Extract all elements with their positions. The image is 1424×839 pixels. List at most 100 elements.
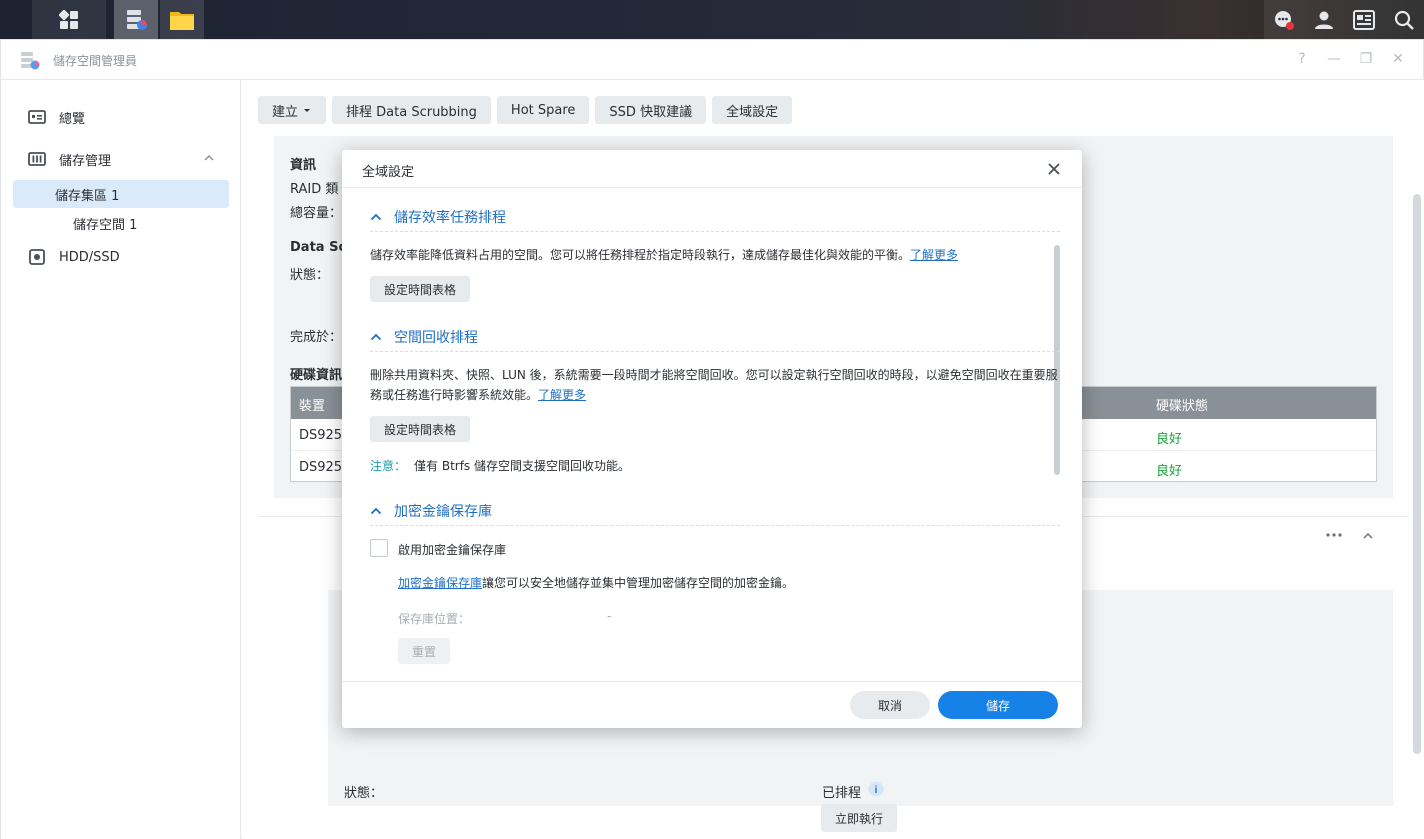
data-scrubbing-heading: Data Sc bbox=[290, 240, 347, 255]
sidebar-item-storage-pool-1[interactable]: 儲存集區 1 bbox=[13, 180, 229, 208]
window-title: 儲存空間管理員 bbox=[53, 54, 138, 68]
file-station-taskbar-button[interactable] bbox=[160, 0, 204, 39]
minimize-icon[interactable]: — bbox=[1325, 50, 1343, 68]
learn-more-link[interactable]: 了解更多 bbox=[910, 248, 958, 262]
sidebar-item-label: 總覽 bbox=[59, 111, 86, 127]
storage-manager-icon bbox=[127, 9, 147, 30]
col-device: 裝置 bbox=[299, 399, 326, 414]
notifications-button[interactable] bbox=[1264, 0, 1304, 39]
reclamation-desc-text: 刪除共用資料夾、快照、LUN 後，系統需要一段時間才能將空間回收。您可以設定執行… bbox=[370, 368, 1058, 402]
schedule-scrubbing-button[interactable]: 排程 Data Scrubbing bbox=[332, 96, 491, 124]
overview-icon bbox=[27, 109, 47, 125]
status-cell: 良好 bbox=[1156, 464, 1183, 479]
efficiency-schedule-button[interactable]: 設定時間表格 bbox=[370, 276, 471, 302]
efficiency-description: 儲存效率能降低資料占用的空間。您可以將任務排程於指定時段執行，達成儲存最佳化與效… bbox=[370, 245, 1060, 265]
restore-icon[interactable]: ❐ bbox=[1357, 50, 1375, 68]
hot-spare-button[interactable]: Hot Spare bbox=[496, 96, 590, 124]
enable-key-vault-label[interactable]: 啟用加密金鑰保存庫 bbox=[398, 541, 506, 558]
btrfs-note: 注意： 僅有 Btrfs 儲存空間支援空間回收功能。 bbox=[370, 457, 630, 474]
dialog-footer: 取消 儲存 bbox=[342, 681, 1082, 728]
section-efficiency-header[interactable]: 儲存效率任務排程 bbox=[370, 202, 1060, 232]
cancel-button[interactable]: 取消 bbox=[850, 691, 930, 719]
dialog-body: 儲存效率任務排程 儲存效率能降低資料占用的空間。您可以將任務排程於指定時段執行，… bbox=[342, 189, 1082, 681]
disk-info-heading: 硬碟資訊 bbox=[290, 368, 343, 383]
key-vault-description: 加密金鑰保存庫讓您可以安全地儲存並集中管理加密儲存空間的加密金鑰。 bbox=[398, 573, 1058, 593]
section-title: 空間回收排程 bbox=[394, 329, 478, 346]
status-cell: 良好 bbox=[1156, 432, 1183, 447]
sidebar-item-storage[interactable]: 儲存管理 bbox=[13, 145, 229, 173]
note-label: 注意： bbox=[370, 459, 407, 473]
key-vault-desc-text: 讓您可以安全地儲存並集中管理加密儲存空間的加密金鑰。 bbox=[482, 576, 795, 590]
window-controls: ? — ❐ ✕ bbox=[1293, 50, 1407, 68]
sidebar-item-label: 儲存管理 bbox=[59, 153, 112, 169]
sidebar-item-overview[interactable]: 總覽 bbox=[13, 103, 229, 131]
sidebar-item-label: HDD/SSD bbox=[59, 249, 120, 265]
col-disk-status: 硬碟狀態 bbox=[1156, 399, 1209, 414]
chat-icon bbox=[1275, 10, 1294, 30]
chevron-up-icon bbox=[370, 211, 382, 223]
sidebar-item-label: 儲存集區 1 bbox=[55, 188, 120, 204]
more-icon[interactable] bbox=[1325, 532, 1343, 538]
user-icon bbox=[1315, 11, 1333, 29]
info-icon[interactable]: i bbox=[868, 781, 884, 797]
completed-label: 完成於： bbox=[290, 330, 343, 345]
chevron-up-icon[interactable] bbox=[203, 153, 215, 163]
taskbar-tray bbox=[1264, 0, 1424, 39]
widgets-icon bbox=[1353, 9, 1375, 30]
content-scrollbar[interactable] bbox=[1413, 194, 1421, 754]
close-icon[interactable]: ✕ bbox=[1389, 50, 1407, 68]
user-button[interactable] bbox=[1304, 0, 1344, 39]
status-label: 狀態： bbox=[290, 268, 330, 283]
save-button[interactable]: 儲存 bbox=[938, 691, 1058, 719]
section-key-vault-header[interactable]: 加密金鑰保存庫 bbox=[370, 496, 1060, 526]
close-icon bbox=[1048, 163, 1060, 175]
sidebar: 總覽 儲存管理 儲存集區 1 儲存空間 1 HDD/SSD bbox=[1, 80, 241, 839]
svg-text:i: i bbox=[875, 785, 878, 796]
disk-icon bbox=[27, 249, 47, 265]
storage-icon bbox=[27, 151, 47, 167]
apps-grid-icon bbox=[59, 9, 78, 29]
main-menu-button[interactable] bbox=[32, 0, 106, 39]
efficiency-desc-text: 儲存效率能降低資料占用的空間。您可以將任務排程於指定時段執行，達成儲存最佳化與效… bbox=[370, 248, 911, 262]
raid-type-label: RAID 類 bbox=[290, 182, 339, 197]
vault-location-label: 保存庫位置： bbox=[398, 612, 471, 626]
window-titlebar: 儲存空間管理員 ? — ❐ ✕ bbox=[1, 40, 1423, 80]
storage-manager-taskbar-button[interactable] bbox=[114, 0, 158, 39]
device-cell: DS925 bbox=[299, 428, 343, 443]
info-heading: 資訊 bbox=[290, 158, 317, 173]
run-now-button[interactable]: 立即執行 bbox=[821, 804, 898, 832]
dialog-scrollbar[interactable] bbox=[1054, 245, 1060, 475]
search-button[interactable] bbox=[1384, 0, 1424, 39]
chevron-up-icon bbox=[370, 331, 382, 343]
lower-status-label: 狀態： bbox=[344, 786, 384, 801]
learn-more-link[interactable]: 了解更多 bbox=[538, 388, 586, 402]
key-vault-link[interactable]: 加密金鑰保存庫 bbox=[398, 576, 482, 590]
global-settings-button[interactable]: 全域設定 bbox=[712, 96, 793, 124]
sidebar-item-hdd-ssd[interactable]: HDD/SSD bbox=[13, 243, 229, 271]
dialog-close-button[interactable] bbox=[1044, 159, 1064, 179]
reclamation-schedule-button[interactable]: 設定時間表格 bbox=[370, 416, 471, 442]
create-label: 建立 bbox=[272, 104, 299, 120]
enable-key-vault-checkbox[interactable] bbox=[370, 539, 388, 557]
section-reclamation-header[interactable]: 空間回收排程 bbox=[370, 322, 1060, 352]
section-title: 加密金鑰保存庫 bbox=[394, 503, 492, 520]
global-settings-dialog: 全域設定 儲存效率任務排程 儲存效率能降低資料占用的空間。您可以將任務排程於指定… bbox=[342, 150, 1082, 728]
ssd-cache-advisor-button[interactable]: SSD 快取建議 bbox=[595, 96, 707, 124]
reclamation-description: 刪除共用資料夾、快照、LUN 後，系統需要一段時間才能將空間回收。您可以設定執行… bbox=[370, 365, 1060, 405]
sidebar-item-volume-1[interactable]: 儲存空間 1 bbox=[73, 214, 137, 233]
create-button[interactable]: 建立 bbox=[258, 96, 327, 124]
file-station-icon bbox=[170, 11, 194, 30]
section-title: 儲存效率任務排程 bbox=[394, 209, 506, 226]
widgets-button[interactable] bbox=[1344, 0, 1384, 39]
collapse-chevron-icon[interactable] bbox=[1362, 531, 1374, 541]
scheduled-text: 已排程 bbox=[822, 786, 862, 801]
dialog-title: 全域設定 bbox=[362, 165, 415, 180]
capacity-label: 總容量： bbox=[290, 206, 343, 221]
reset-button[interactable]: 重置 bbox=[398, 638, 451, 664]
help-icon[interactable]: ? bbox=[1293, 50, 1311, 68]
storage-manager-app-icon bbox=[21, 52, 40, 70]
note-text: 僅有 Btrfs 儲存空間支援空間回收功能。 bbox=[414, 459, 630, 473]
dialog-header: 全域設定 bbox=[342, 150, 1082, 188]
chevron-up-icon bbox=[370, 505, 382, 517]
device-cell: DS925 bbox=[299, 460, 343, 475]
